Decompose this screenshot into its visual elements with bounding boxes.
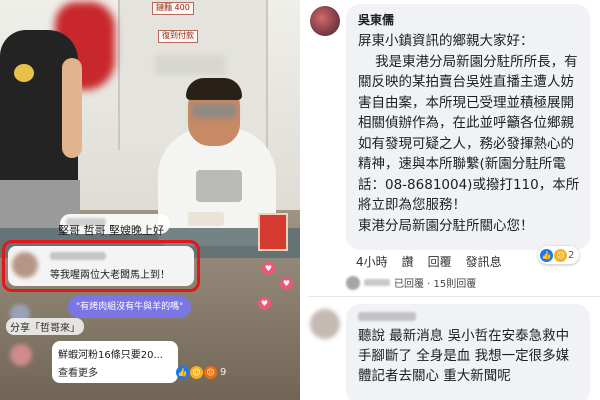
- heart-icon: ♥: [280, 277, 293, 290]
- heart-icon: ♥: [262, 262, 275, 275]
- comment-actions: 4小時 讚 回覆 發訊息: [356, 253, 502, 270]
- replies-summary[interactable]: 已回覆 · 15則回覆: [346, 275, 476, 290]
- comment-author[interactable]: 吳東儒: [358, 11, 580, 28]
- comment-bubble: 聽說 最新消息 吳小哲在安泰急救中 手腳斷了 全身是血 我想一定很多媒體記者去關…: [346, 304, 590, 400]
- price-sign: 鏈麵 400: [152, 2, 194, 15]
- product-card-text: 鮮蝦河粉16條只要20...: [58, 350, 163, 361]
- reaction-summary[interactable]: 👍 ☺ ☹ 9: [176, 366, 226, 379]
- comment-bubble: 吳東儒 屏東小鎮資訊的鄉親大家好： 我是東港分局新園分駐所所長，有關反映的某拍賣…: [346, 4, 590, 250]
- blurred-sign: [155, 55, 225, 75]
- replies-summary-text[interactable]: 已回覆 · 15則回覆: [394, 275, 476, 290]
- seated-man-hair: [186, 78, 242, 100]
- like-icon: 👍: [176, 366, 189, 379]
- sad-icon: ☹: [554, 248, 567, 262]
- censor-blur-eyes: [192, 104, 236, 118]
- gift-box: [258, 213, 288, 251]
- angry-icon: ☹: [204, 366, 217, 379]
- person-left-arm: [62, 58, 82, 158]
- haha-icon: ☺: [190, 366, 203, 379]
- shirt-print: [196, 170, 242, 202]
- product-card[interactable]: 鮮蝦河粉16條只要20... 查看更多: [52, 341, 178, 383]
- reply-button[interactable]: 回覆: [428, 253, 452, 270]
- comment-reactions[interactable]: 👍 ☹ 2: [538, 246, 580, 264]
- avatar[interactable]: [310, 6, 340, 36]
- payment-sign: 復到付款: [158, 30, 198, 43]
- highlight-box: [2, 240, 200, 292]
- see-more-link[interactable]: 查看更多: [58, 364, 172, 379]
- comment-reaction-count: 2: [568, 249, 575, 261]
- avatar: [346, 275, 360, 290]
- panel-divider: [300, 0, 308, 400]
- suggestion-pill[interactable]: "有烤肉組沒有牛與羊的嗎": [68, 296, 192, 318]
- like-icon: 👍: [540, 248, 553, 262]
- blurred-username: [358, 312, 416, 321]
- divider: [308, 296, 600, 297]
- chat-message-text: 堅哥 哲哥 堅嫂晚上好: [58, 224, 164, 237]
- like-button[interactable]: 讚: [402, 253, 414, 270]
- cup: [188, 212, 224, 226]
- comment-text: 聽說 最新消息 吳小哲在安泰急救中 手腳斷了 全身是血 我想一定很多媒體記者去關…: [358, 328, 570, 384]
- comment-text: 屏東小鎮資訊的鄉親大家好： 我是東港分局新園分駐所所長，有關反映的某拍賣台吳姓直…: [358, 33, 580, 234]
- reaction-count: 9: [220, 367, 227, 378]
- share-message: 分享「哲哥來」: [6, 318, 84, 335]
- send-message-button[interactable]: 發訊息: [466, 253, 502, 270]
- avatar: [10, 344, 32, 366]
- heart-icon: ♥: [258, 297, 271, 310]
- livestream-screenshot: 鏈麵 400 復到付款 堅哥 哲哥 堅嫂晚上好 等我喔兩位大老闆馬上到！ ♥ ♥…: [0, 0, 300, 400]
- blurred-username: [364, 279, 390, 286]
- comment-timestamp[interactable]: 4小時: [356, 253, 388, 270]
- avatar[interactable]: [310, 309, 340, 339]
- shirt-logo: [14, 64, 34, 82]
